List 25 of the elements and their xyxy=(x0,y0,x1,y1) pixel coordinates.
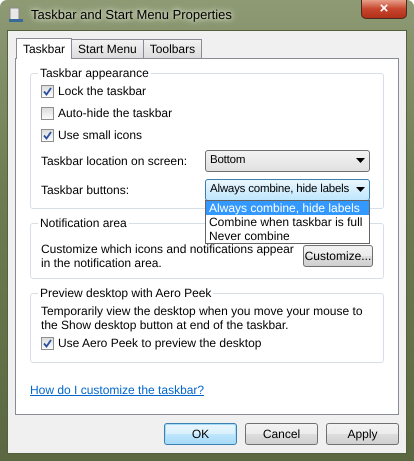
customize-button[interactable]: Customize... xyxy=(302,245,373,267)
tab[interactable]: Start Menu xyxy=(71,39,144,58)
dropdown-option[interactable]: Never combine xyxy=(206,228,369,242)
tab[interactable]: Taskbar xyxy=(16,38,72,59)
checkbox-label: Use small icons xyxy=(58,127,142,144)
checkbox-label: Use Aero Peek to preview the desktop xyxy=(58,335,262,352)
dialog-button[interactable]: OK xyxy=(164,423,237,445)
help-link[interactable]: How do I customize the taskbar? xyxy=(30,382,204,397)
dropdown-option[interactable]: Combine when taskbar is full xyxy=(206,214,369,228)
window-title: Taskbar and Start Menu Properties xyxy=(31,6,232,24)
description-text: Customize which icons and notifications appear in the notification area. xyxy=(41,242,295,270)
dialog-button[interactable]: Cancel xyxy=(245,423,318,445)
group-title: Preview desktop with Aero Peek xyxy=(38,286,214,300)
close-button[interactable]: × xyxy=(361,0,407,19)
dialog-button[interactable]: Apply xyxy=(326,423,399,445)
checkbox-label: Lock the taskbar xyxy=(58,83,146,100)
description-text: Temporarily view the desktop when you move your mouse to the Show desktop button at end of the taskbar. xyxy=(41,304,364,332)
group-title: Notification area xyxy=(38,216,129,230)
tab[interactable]: Toolbars xyxy=(142,39,202,58)
dropdown[interactable]: Always combine, hide labels xyxy=(205,178,370,200)
dropdown[interactable]: Bottom xyxy=(205,150,370,172)
checkbox-label: Auto-hide the taskbar xyxy=(58,105,172,122)
field-label: Taskbar location on screen: xyxy=(41,152,188,170)
field-label: Taskbar buttons: xyxy=(41,182,130,198)
group-title: Taskbar appearance xyxy=(38,66,151,80)
